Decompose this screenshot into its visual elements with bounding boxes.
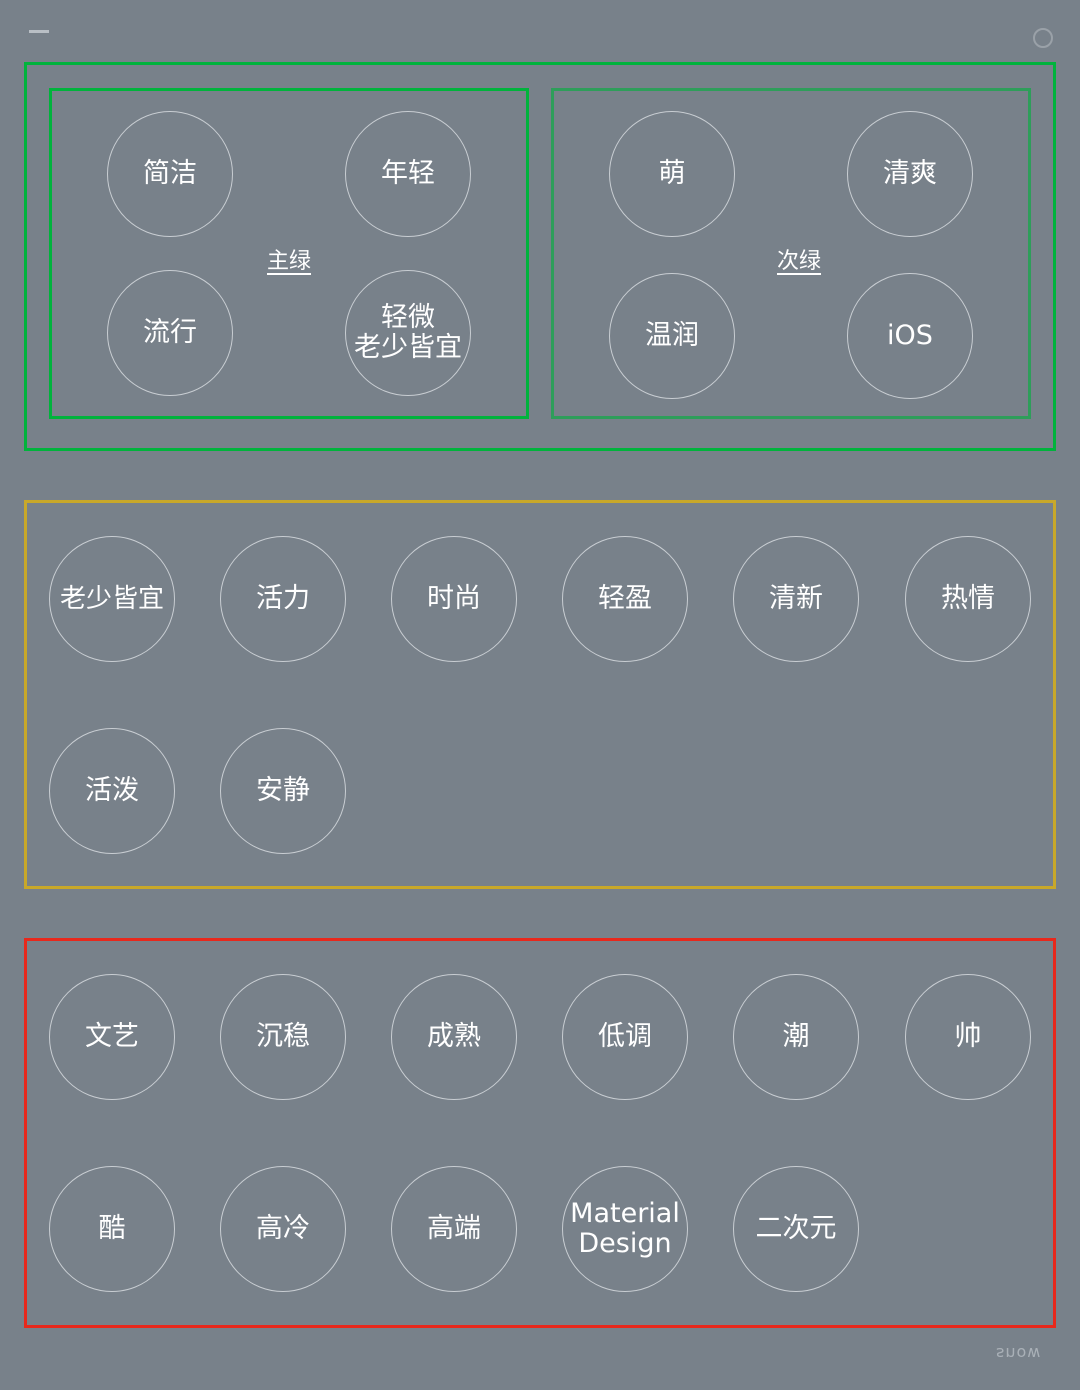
tag-circle[interactable]: 高冷 <box>220 1166 346 1292</box>
tag-circle[interactable]: 活力 <box>220 536 346 662</box>
tag-circle[interactable]: 文艺 <box>49 974 175 1100</box>
tag-circle[interactable]: Material Design <box>562 1166 688 1292</box>
tag-circle[interactable]: 萌 <box>609 111 735 237</box>
yellow-group-box <box>24 500 1056 889</box>
tag-circle[interactable]: 热情 <box>905 536 1031 662</box>
minimize-dash-icon[interactable] <box>29 30 49 33</box>
tag-circle[interactable]: 帅 <box>905 974 1031 1100</box>
tag-circle[interactable]: 二次元 <box>733 1166 859 1292</box>
tag-circle[interactable]: 时尚 <box>391 536 517 662</box>
tag-circle[interactable]: 潮 <box>733 974 859 1100</box>
tag-circle[interactable]: 老少皆宜 <box>49 536 175 662</box>
red-group-box <box>24 938 1056 1328</box>
tag-circle[interactable]: 活泼 <box>49 728 175 854</box>
tag-circle[interactable]: 年轻 <box>345 111 471 237</box>
tag-circle[interactable]: iOS <box>847 273 973 399</box>
primary-green-label: 主绿 <box>266 249 312 274</box>
tag-circle[interactable]: 酷 <box>49 1166 175 1292</box>
circle-icon[interactable] <box>1033 28 1053 48</box>
tag-circle[interactable]: 清爽 <box>847 111 973 237</box>
tag-circle[interactable]: 低调 <box>562 974 688 1100</box>
secondary-green-label: 次绿 <box>776 249 822 274</box>
tag-circle[interactable]: 成熟 <box>391 974 517 1100</box>
tag-circle[interactable]: 沉稳 <box>220 974 346 1100</box>
tag-circle[interactable]: 简洁 <box>107 111 233 237</box>
tag-circle[interactable]: 轻微 老少皆宜 <box>345 270 471 396</box>
tag-circle[interactable]: 温润 <box>609 273 735 399</box>
tag-circle[interactable]: 流行 <box>107 270 233 396</box>
tag-circle[interactable]: 高端 <box>391 1166 517 1292</box>
tag-circle[interactable]: 轻盈 <box>562 536 688 662</box>
tag-circle[interactable]: 清新 <box>733 536 859 662</box>
tag-circle[interactable]: 安静 <box>220 728 346 854</box>
snow-logo: snow <box>996 1344 1042 1363</box>
